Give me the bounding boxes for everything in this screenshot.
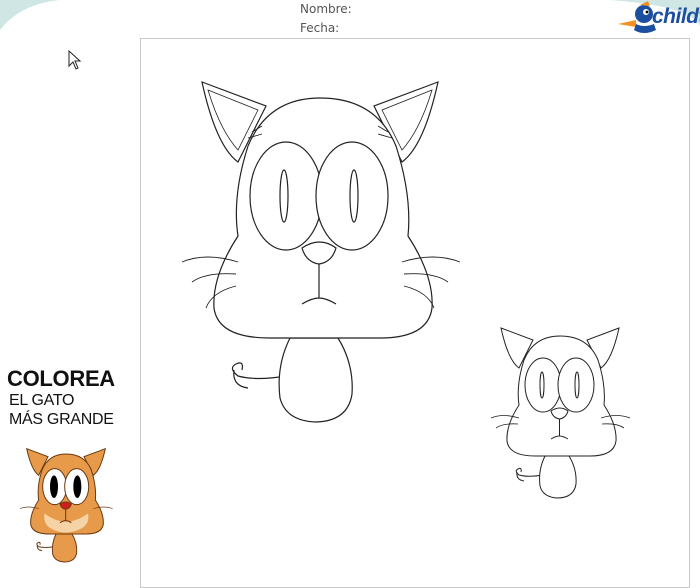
childtopia-logo[interactable]: childt — [614, 0, 700, 38]
instruction-title: COLOREA — [7, 366, 115, 391]
logo-text: childt — [652, 5, 700, 28]
date-label: Fecha: — [300, 21, 340, 35]
big-cat-illustration[interactable] — [176, 76, 476, 426]
instruction-line-2: MÁS GRANDE — [9, 411, 114, 428]
name-label: Nombre: — [300, 2, 352, 16]
colored-cat-example — [19, 447, 113, 563]
small-cat-illustration[interactable] — [488, 310, 638, 515]
instruction-line-1: EL GATO — [9, 392, 75, 409]
mouse-pointer-icon — [68, 50, 82, 70]
